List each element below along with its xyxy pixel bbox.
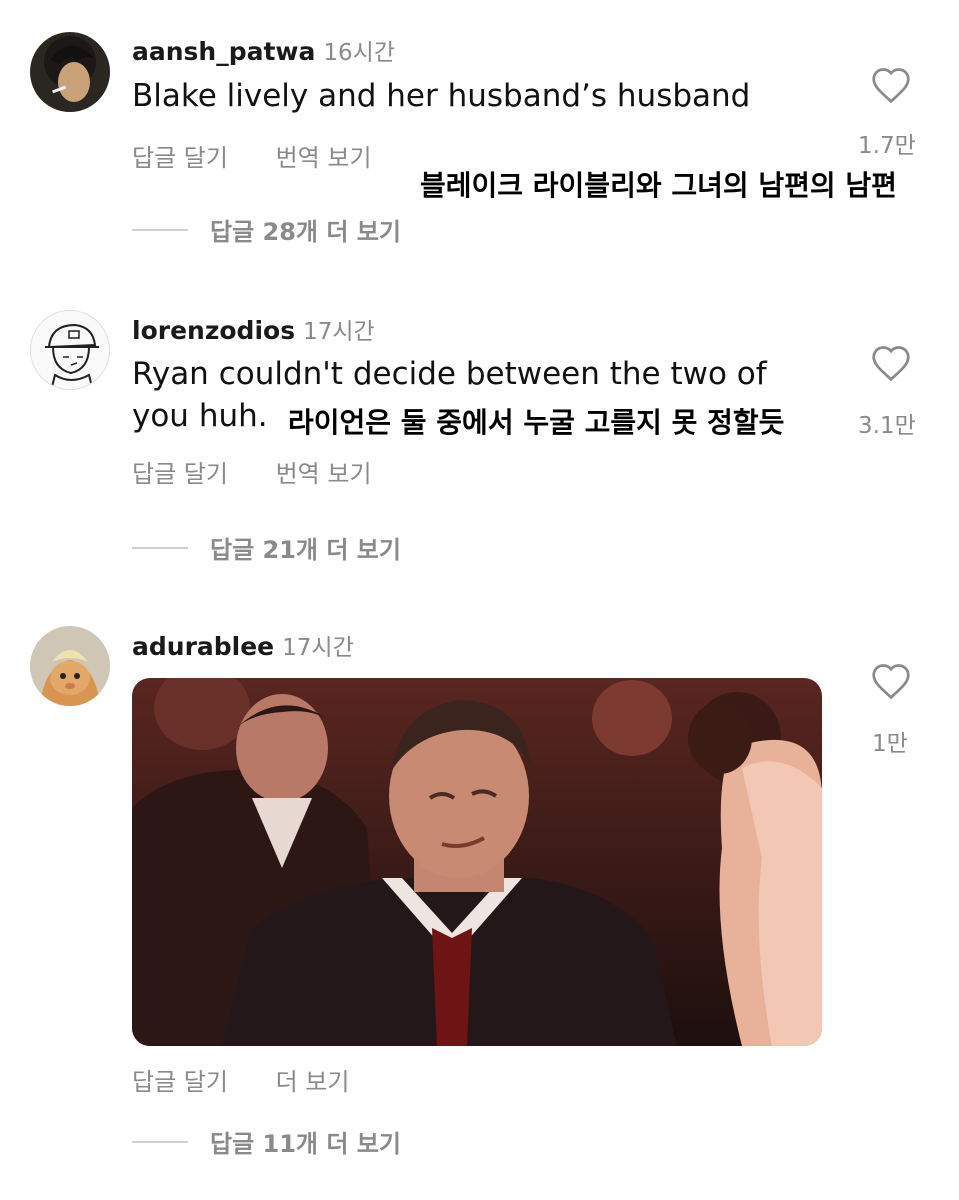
like-count: 1만 [872, 731, 908, 757]
avatar[interactable] [30, 626, 110, 706]
comment-text-line-1: Ryan couldn't decide between the two of [132, 356, 767, 392]
comment-actions: 답글 달기 번역 보기 [132, 454, 372, 489]
avatar[interactable] [30, 310, 110, 390]
avatar[interactable] [30, 32, 110, 112]
username[interactable]: adurablee 17시간 [132, 628, 354, 662]
view-replies-label: 답글 11개 더 보기 [210, 1130, 401, 1158]
comment-actions: 답글 달기 더 보기 [132, 1062, 349, 1097]
heart-icon[interactable] [870, 66, 912, 104]
translation-overlay: 블레이크 라이블리와 그녀의 남편의 남편 [420, 169, 897, 202]
comment-text-line-2: you huh. [132, 398, 268, 434]
divider [132, 228, 188, 231]
reply-button[interactable]: 답글 달기 [132, 1068, 228, 1096]
view-replies-button[interactable]: 답글 11개 더 보기 [132, 1124, 401, 1159]
more-button[interactable]: 더 보기 [276, 1068, 350, 1096]
gif-image[interactable] [132, 678, 822, 1046]
comment-text: Blake lively and her husband’s husband [132, 78, 751, 114]
translation-overlay: 라이언은 둘 중에서 누굴 고를지 못 정할듯 [288, 406, 785, 439]
view-replies-label: 답글 28개 더 보기 [210, 218, 401, 246]
view-replies-button[interactable]: 답글 21개 더 보기 [132, 530, 401, 565]
reply-button[interactable]: 답글 달기 [132, 460, 228, 488]
timestamp: 16시간 [323, 40, 395, 66]
heart-icon[interactable] [870, 662, 912, 700]
divider [132, 546, 188, 549]
like-count: 1.7만 [858, 133, 916, 159]
reply-button[interactable]: 답글 달기 [132, 144, 228, 172]
timestamp: 17시간 [282, 635, 354, 661]
username[interactable]: aansh_patwa 16시간 [132, 33, 395, 67]
translate-button[interactable]: 번역 보기 [276, 460, 372, 488]
view-replies-button[interactable]: 답글 28개 더 보기 [132, 212, 401, 247]
divider [132, 1140, 188, 1143]
username[interactable]: lorenzodios 17시간 [132, 312, 375, 346]
comment-actions: 답글 달기 번역 보기 [132, 138, 372, 173]
heart-icon[interactable] [870, 344, 912, 382]
like-count: 3.1만 [858, 413, 916, 439]
view-replies-label: 답글 21개 더 보기 [210, 536, 401, 564]
translate-button[interactable]: 번역 보기 [276, 144, 372, 172]
timestamp: 17시간 [303, 319, 375, 345]
